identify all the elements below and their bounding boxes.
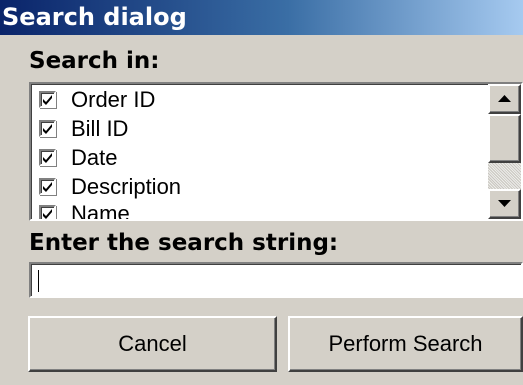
text-caret: [38, 270, 39, 292]
description-label: Description: [71, 173, 182, 199]
search-string-input[interactable]: [29, 262, 523, 298]
checkmark-icon: [43, 95, 52, 105]
search-string-label: Enter the search string:: [29, 230, 339, 256]
checkmark-icon: [43, 153, 52, 163]
window-title: Search dialog: [0, 0, 523, 35]
checkmark-icon: [43, 124, 52, 134]
checkmark-icon: [43, 182, 52, 192]
bill-id-label: Bill ID: [71, 115, 129, 141]
date-checkbox[interactable]: [39, 149, 56, 166]
scroll-down-button[interactable]: [488, 189, 521, 219]
checkmark-icon: [43, 209, 52, 219]
scroll-up-button[interactable]: [488, 84, 521, 114]
description-checkbox[interactable]: [39, 178, 56, 195]
list-item-date[interactable]: Date: [39, 144, 117, 171]
search-in-label: Search in:: [29, 48, 160, 74]
order-id-checkbox[interactable]: [39, 91, 56, 108]
name-label: Name: [71, 200, 130, 221]
search-fields-list[interactable]: Order ID Bill ID Date Description Name: [29, 82, 523, 221]
list-item-description[interactable]: Description: [39, 173, 181, 200]
date-label: Date: [71, 144, 118, 170]
scroll-thumb[interactable]: [488, 114, 521, 163]
bill-id-checkbox[interactable]: [39, 120, 56, 137]
perform-search-button[interactable]: Perform Search: [288, 316, 523, 372]
order-id-label: Order ID: [71, 86, 156, 112]
scroll-up-arrow-icon: [498, 95, 511, 102]
list-item-order-id[interactable]: Order ID: [39, 86, 155, 113]
scroll-down-arrow-icon: [498, 200, 511, 207]
list-scrollbar[interactable]: [488, 84, 521, 219]
list-item-name[interactable]: Name: [39, 200, 130, 221]
search-dialog: Search dialog Search in: Order ID Bill I…: [0, 0, 523, 385]
cancel-button[interactable]: Cancel: [28, 316, 277, 372]
name-checkbox[interactable]: [39, 205, 56, 219]
list-item-bill-id[interactable]: Bill ID: [39, 115, 128, 142]
